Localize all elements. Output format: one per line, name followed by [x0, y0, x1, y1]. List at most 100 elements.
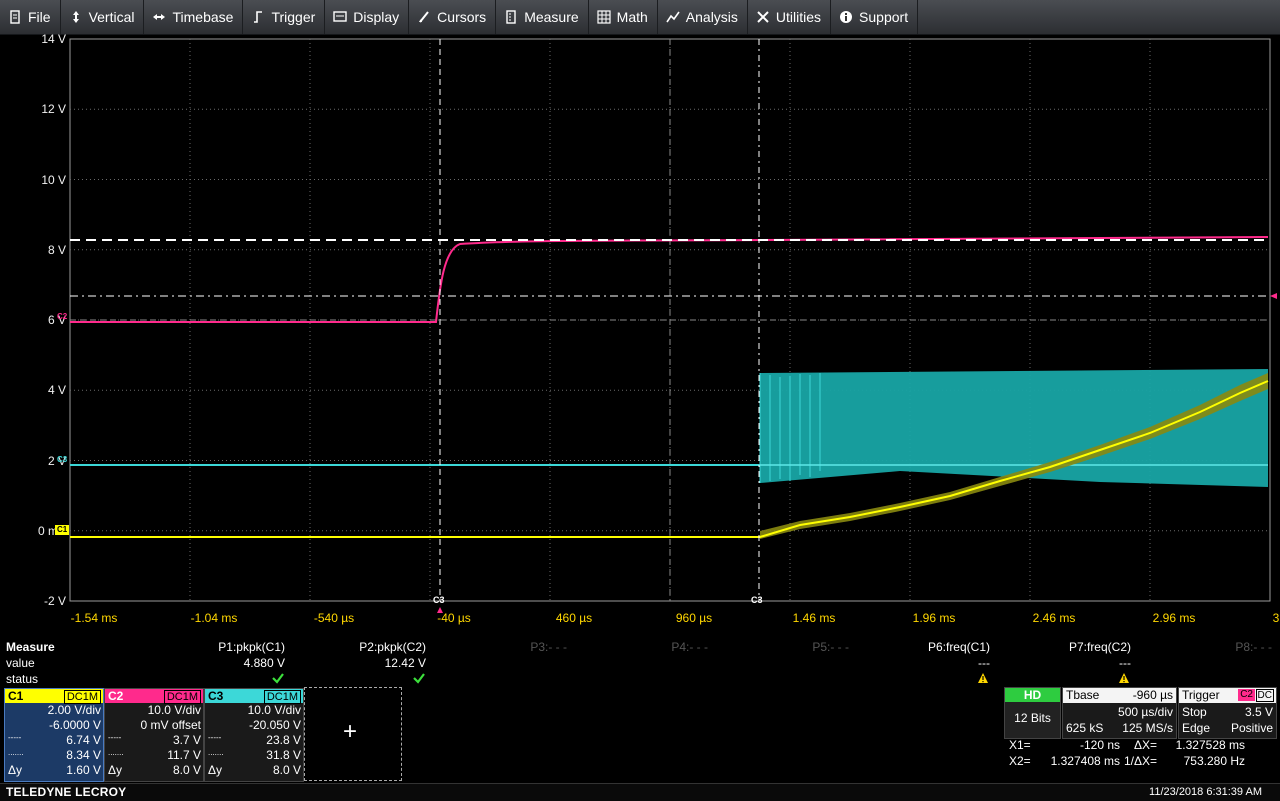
trigger-label: Trigger — [1182, 688, 1220, 702]
param-name-p6[interactable]: P6:freq(C1) — [928, 640, 990, 654]
channel-box-c3[interactable]: C3 DC1M 10.0 V/div -20.050 V ----- 23.8 V....… — [204, 688, 304, 782]
channel-box-c2[interactable]: C2 DC1M 10.0 V/div 0 mV offset ----- 3.7 V...… — [104, 688, 204, 782]
hd-badge: HD — [1005, 688, 1060, 702]
channel-cursor2-row: ....... 8.34 V — [5, 748, 103, 763]
channel-cursor2: 11.7 V — [167, 748, 201, 762]
x-tick-label: 2.96 ms — [1152, 611, 1196, 625]
info-icon — [839, 10, 853, 24]
channel-offset: -6.0000 V — [48, 718, 101, 732]
timebase-panel[interactable]: Tbase -960 µs 500 µs/div 625 kS 125 MS/s — [1062, 687, 1177, 739]
channel-name: C2 — [108, 689, 124, 703]
menu-label: Vertical — [88, 9, 135, 25]
channel-cursor1: 23.8 V — [266, 733, 301, 747]
param-name-p2[interactable]: P2:pkpk(C2) — [359, 640, 426, 654]
x2-value: 1.327408 ms — [1050, 754, 1120, 768]
x-tick-label: 1.46 ms — [792, 611, 836, 625]
row-symbol: Δy — [108, 763, 123, 777]
cursor2-label[interactable]: C3 — [751, 595, 763, 605]
file-icon — [8, 10, 22, 24]
param-name-p1[interactable]: P1:pkpk(C1) — [218, 640, 285, 654]
menu-utilities[interactable]: Utilities — [748, 0, 832, 34]
channel-offset-row: -6.0000 V — [5, 718, 103, 733]
row-symbol: ----- — [108, 733, 122, 742]
trigger-mode: Stop — [1182, 705, 1207, 719]
param-name-p8[interactable]: P8:- - - — [1235, 640, 1272, 654]
hd-bits: 12 Bits — [1014, 711, 1051, 725]
measure-table[interactable]: Measure value status P1:pkpk(C1) 4.880 V P… — [0, 639, 1280, 686]
cursor1-label[interactable]: C3 — [433, 595, 445, 605]
channel-cursor1-row: ----- 3.7 V — [105, 733, 203, 748]
channel-vdiv-row: 10.0 V/div — [205, 703, 303, 718]
trigger-type: Edge — [1182, 721, 1211, 735]
add-channel-box[interactable]: + — [304, 687, 402, 781]
inv-dx-value: 753.280 Hz — [1183, 754, 1245, 768]
row-symbol: ....... — [108, 748, 124, 757]
y-tick-label: 12 V — [41, 102, 66, 117]
channel-vdiv-row: 2.00 V/div — [5, 703, 103, 718]
menu-label: Math — [616, 9, 648, 25]
x-tick-label: 960 µs — [675, 611, 713, 625]
c2-ground-marker[interactable]: C2 — [55, 312, 69, 322]
row-symbol: ....... — [8, 748, 24, 757]
menu-analysis[interactable]: Analysis — [658, 0, 748, 34]
add-icon[interactable]: + — [343, 718, 357, 746]
x-tick-label: -1.04 ms — [190, 611, 238, 625]
channel-coupling: DC1M — [263, 690, 301, 704]
x2-label: X2= — [1009, 754, 1031, 768]
y-tick-label: 14 V — [41, 32, 66, 46]
channel-delta-y: 8.0 V — [272, 763, 301, 777]
menu-support[interactable]: Support — [831, 0, 919, 34]
channel-header: C2 DC1M — [105, 689, 203, 704]
status-warning-icon — [1118, 672, 1130, 684]
status-warning-icon — [977, 672, 989, 684]
x1-label: X1= — [1009, 738, 1031, 752]
timebase-tdiv: 500 µs/div — [1118, 705, 1173, 719]
channel-coupling: DC1M — [163, 690, 201, 704]
status-bar: TELEDYNE LECROY 11/23/2018 6:31:39 AM — [0, 783, 1280, 801]
display-icon — [333, 10, 347, 24]
brand-logo: TELEDYNE LECROY — [6, 785, 127, 799]
c3-ground-marker[interactable]: C3 — [55, 455, 69, 465]
waveform-canvas — [69, 38, 1277, 613]
channel-offset-row: -20.050 V — [205, 718, 303, 733]
menu-label: Support — [859, 9, 909, 25]
trigger-source: C2 — [1238, 689, 1255, 701]
inv-dx-label: 1/ΔX= — [1124, 754, 1158, 768]
param-name-p4[interactable]: P4:- - - — [671, 640, 708, 654]
menu-timebase[interactable]: Timebase — [144, 0, 244, 34]
channel-box-c1[interactable]: C1 DC1M 2.00 V/div -6.0000 V ----- 6.74 V....… — [4, 688, 104, 782]
menu-display[interactable]: Display — [325, 0, 410, 34]
x-tick-label: -40 µs — [437, 611, 471, 625]
x-tick-label: 3.46 ms — [1272, 611, 1280, 625]
waveform-grid[interactable]: 14 V 12 V 10 V8 V6 V4 V2 V0 mV -2 V -1.54 m… — [0, 32, 1280, 637]
timebase-label: Tbase — [1066, 688, 1100, 702]
menu-cursors[interactable]: Cursors — [409, 0, 497, 34]
menu-math[interactable]: Math — [589, 0, 658, 34]
menu-file[interactable]: File — [0, 0, 61, 34]
c1-ground-marker[interactable]: C1 — [55, 525, 70, 535]
param-name-p5[interactable]: P5:- - - — [812, 640, 849, 654]
math-icon — [597, 10, 611, 24]
menu-measure[interactable]: Measure — [496, 0, 589, 34]
y-tick-label: 4 V — [47, 383, 66, 398]
x-tick-label: 1.96 ms — [912, 611, 956, 625]
menu-vertical[interactable]: Vertical — [61, 0, 145, 34]
hd-panel[interactable]: HD 12 Bits — [1004, 687, 1061, 739]
y-tick-label: 10 V — [41, 172, 66, 187]
status-ok-icon — [413, 672, 425, 684]
x-tick-label: 2.46 ms — [1032, 611, 1076, 625]
channel-header: C1 DC1M — [5, 689, 103, 704]
menu-label: Timebase — [172, 9, 234, 25]
trigger-panel[interactable]: Trigger C2 DC Stop 3.5 V Edge Positive — [1178, 687, 1277, 739]
trigger-icon — [251, 10, 265, 24]
menu-trigger[interactable]: Trigger — [243, 0, 326, 34]
row-symbol: Δy — [208, 763, 223, 777]
menu-label: Display — [353, 9, 400, 25]
measure-icon — [504, 10, 518, 24]
channel-vdiv: 10.0 V/div — [147, 703, 201, 717]
menu-label: Analysis — [685, 9, 738, 25]
param-name-p3[interactable]: P3:- - - — [530, 640, 567, 654]
param-name-p7[interactable]: P7:freq(C2) — [1069, 640, 1131, 654]
row-symbol: ----- — [8, 733, 22, 742]
channel-offset: -20.050 V — [248, 718, 301, 732]
